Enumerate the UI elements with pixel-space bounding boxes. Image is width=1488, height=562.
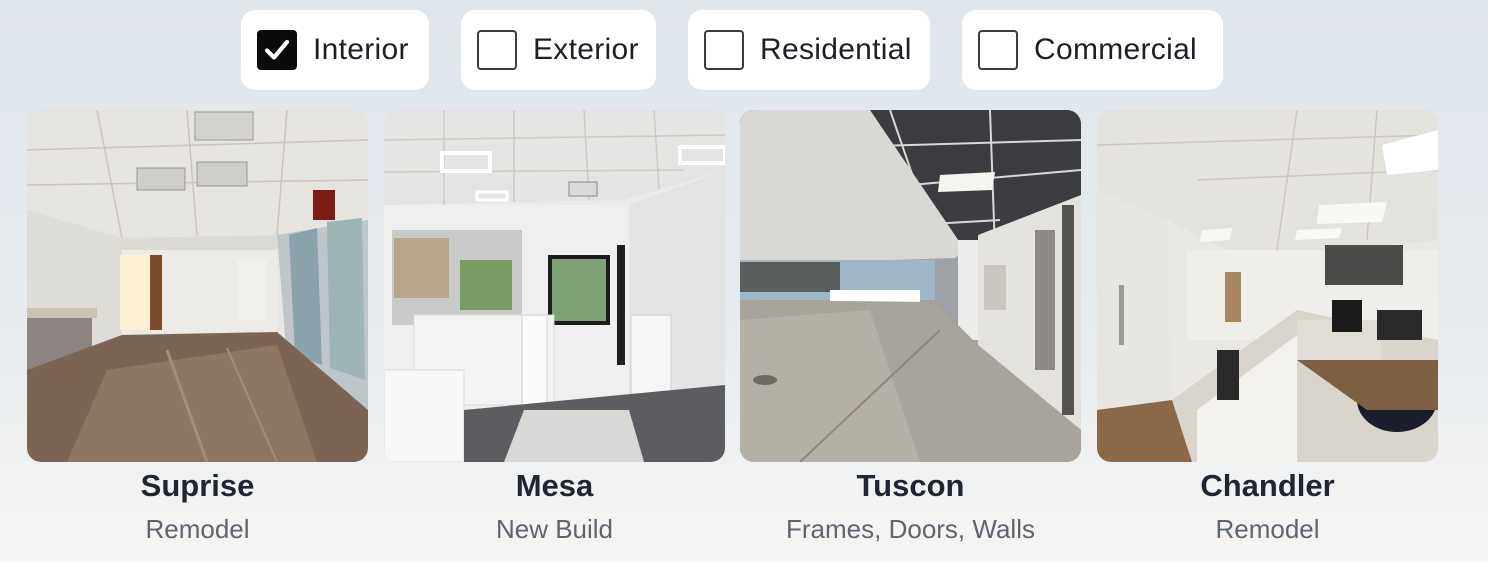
project-type: Remodel	[1215, 514, 1320, 544]
project-photo[interactable]	[740, 110, 1081, 462]
filter-commercial[interactable]: Commercial	[962, 10, 1223, 90]
filter-label: Commercial	[1034, 33, 1198, 66]
filter-label: Exterior	[533, 33, 639, 66]
checkbox-unchecked-icon[interactable]	[477, 30, 517, 70]
project-photo[interactable]	[1097, 110, 1438, 462]
checkbox-unchecked-icon[interactable]	[704, 30, 744, 70]
project-photo[interactable]	[27, 110, 368, 462]
checkbox-checked-icon[interactable]	[257, 30, 297, 70]
filter-interior[interactable]: Interior	[241, 10, 429, 90]
filter-label: Residential	[760, 33, 912, 66]
checkbox-unchecked-icon[interactable]	[978, 30, 1018, 70]
filter-bar: Interior Exterior Residential Commercial	[0, 10, 1488, 90]
filter-residential[interactable]: Residential	[688, 10, 930, 90]
project-card-mesa[interactable]: Mesa New Build	[384, 110, 725, 544]
project-card-suprise[interactable]: Suprise Remodel	[27, 110, 368, 544]
project-card-chandler[interactable]: Chandler Remodel	[1097, 110, 1438, 544]
filter-label: Interior	[313, 33, 409, 66]
project-city: Chandler	[1200, 468, 1335, 503]
project-photo[interactable]	[384, 110, 725, 462]
filter-exterior[interactable]: Exterior	[461, 10, 656, 90]
project-card-tuscon[interactable]: Tuscon Frames, Doors, Walls	[740, 110, 1081, 544]
